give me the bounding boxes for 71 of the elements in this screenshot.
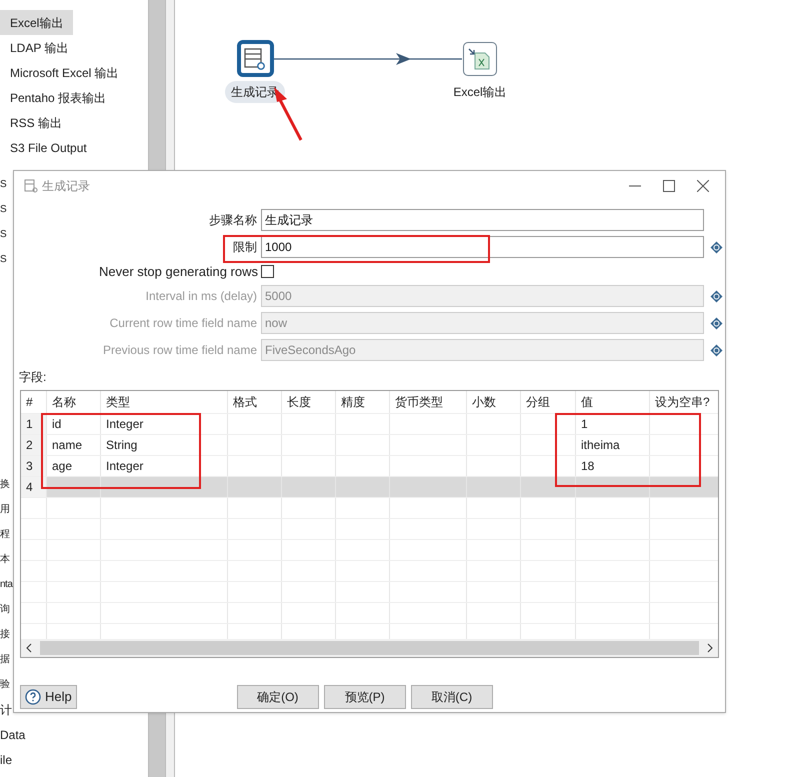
table-cell-text: 2 bbox=[26, 437, 33, 454]
table-cell-text: itheima bbox=[581, 437, 620, 454]
variable-icon[interactable] bbox=[710, 344, 723, 356]
sidebar-item[interactable]: 询 bbox=[0, 602, 10, 617]
field-label: Interval in ms (delay) bbox=[144, 288, 258, 305]
sidebar-item[interactable]: 据 bbox=[0, 652, 10, 667]
table-cell-text: name bbox=[52, 437, 82, 454]
input-field[interactable]: 1000 bbox=[261, 236, 704, 258]
step-label: Excel输出 bbox=[453, 84, 507, 101]
column-header[interactable]: 名称 bbox=[47, 391, 101, 413]
input-field[interactable]: 生成记录 bbox=[261, 209, 704, 231]
table-row[interactable]: 2 name String itheima bbox=[21, 434, 718, 455]
table-cell-text: 4 bbox=[26, 479, 33, 496]
sidebar-item[interactable]: S3 File Output bbox=[0, 135, 97, 160]
step-node-icon[interactable] bbox=[236, 40, 274, 77]
column-header[interactable]: 值 bbox=[576, 391, 650, 413]
field-label: Previous row time field name bbox=[102, 342, 258, 359]
sidebar-item[interactable]: S bbox=[0, 252, 6, 267]
sidebar-item[interactable]: S bbox=[0, 227, 6, 242]
help-button[interactable]: Help bbox=[20, 685, 77, 709]
sidebar-item[interactable]: RSS 输出 bbox=[0, 110, 72, 135]
hop-arrow[interactable] bbox=[274, 53, 462, 65]
sidebar-item[interactable]: 用 bbox=[0, 502, 10, 517]
sidebar-item[interactable]: ile bbox=[0, 750, 12, 768]
table-row[interactable]: 3 age Integer 18 bbox=[21, 455, 718, 476]
dialog-button[interactable]: 预览(P) bbox=[324, 685, 406, 709]
table-cell-text: 1 bbox=[26, 416, 33, 433]
sidebar-item[interactable]: 计 bbox=[0, 700, 12, 718]
field-label: Never stop generating rows bbox=[98, 262, 259, 281]
variable-icon[interactable] bbox=[710, 240, 723, 254]
table-cell-text: String bbox=[106, 437, 138, 454]
scroll-right-icon[interactable] bbox=[707, 643, 714, 653]
table-cell-text: Integer bbox=[106, 458, 144, 475]
table-cell-text: Integer bbox=[106, 416, 144, 433]
sidebar-item[interactable]: 本 bbox=[0, 552, 10, 567]
sidebar-item[interactable]: Excel输出 bbox=[0, 10, 74, 35]
sidebar-item[interactable]: Pentaho 报表输出 bbox=[0, 85, 116, 110]
close-icon[interactable] bbox=[697, 180, 709, 192]
sidebar-item[interactable]: Data bbox=[0, 726, 26, 744]
table-cell-text: 3 bbox=[26, 458, 33, 475]
sidebar-item[interactable]: Microsoft Excel 输出 bbox=[0, 60, 129, 85]
table-cell-text: 1 bbox=[581, 416, 588, 433]
sidebar-item[interactable]: S bbox=[0, 202, 6, 217]
sidebar-item[interactable]: 验 bbox=[0, 677, 10, 692]
field-label: 限制 bbox=[232, 239, 258, 256]
sidebar-item[interactable]: 接 bbox=[0, 627, 10, 642]
sidebar-item[interactable]: 换 bbox=[0, 477, 10, 492]
maximize-icon[interactable] bbox=[663, 180, 675, 192]
sidebar-item[interactable]: 程 bbox=[0, 527, 10, 542]
help-icon bbox=[25, 689, 41, 705]
sidebar-item[interactable]: nta bbox=[0, 577, 12, 592]
dialog-title: 生成记录 bbox=[42, 178, 90, 195]
dialog-button[interactable]: 确定(O) bbox=[236, 685, 319, 709]
variable-icon[interactable] bbox=[710, 316, 723, 330]
field-label: 步骤名称 bbox=[208, 212, 258, 229]
table-row[interactable]: 4 bbox=[21, 476, 718, 497]
spreadsheet-icon[interactable] bbox=[463, 42, 497, 76]
dialog-button[interactable]: 取消(C) bbox=[410, 685, 493, 709]
sidebar-item[interactable]: S bbox=[0, 177, 6, 192]
sidebar-item[interactable]: LDAP 输出 bbox=[0, 35, 78, 60]
table-cell-text: age bbox=[52, 458, 72, 475]
field-label: Current row time field name bbox=[108, 315, 258, 332]
table-cell-text: id bbox=[52, 416, 62, 433]
table-row[interactable]: 1 id Integer 1 bbox=[21, 413, 718, 434]
scroll-left-icon[interactable] bbox=[25, 643, 32, 653]
table-cell-text: 18 bbox=[581, 458, 594, 475]
horizontal-scrollbar[interactable] bbox=[21, 639, 718, 657]
table-icon bbox=[24, 179, 38, 193]
checkbox[interactable] bbox=[261, 265, 274, 278]
table-label: 字段: bbox=[19, 369, 46, 386]
variable-icon[interactable] bbox=[710, 290, 723, 302]
